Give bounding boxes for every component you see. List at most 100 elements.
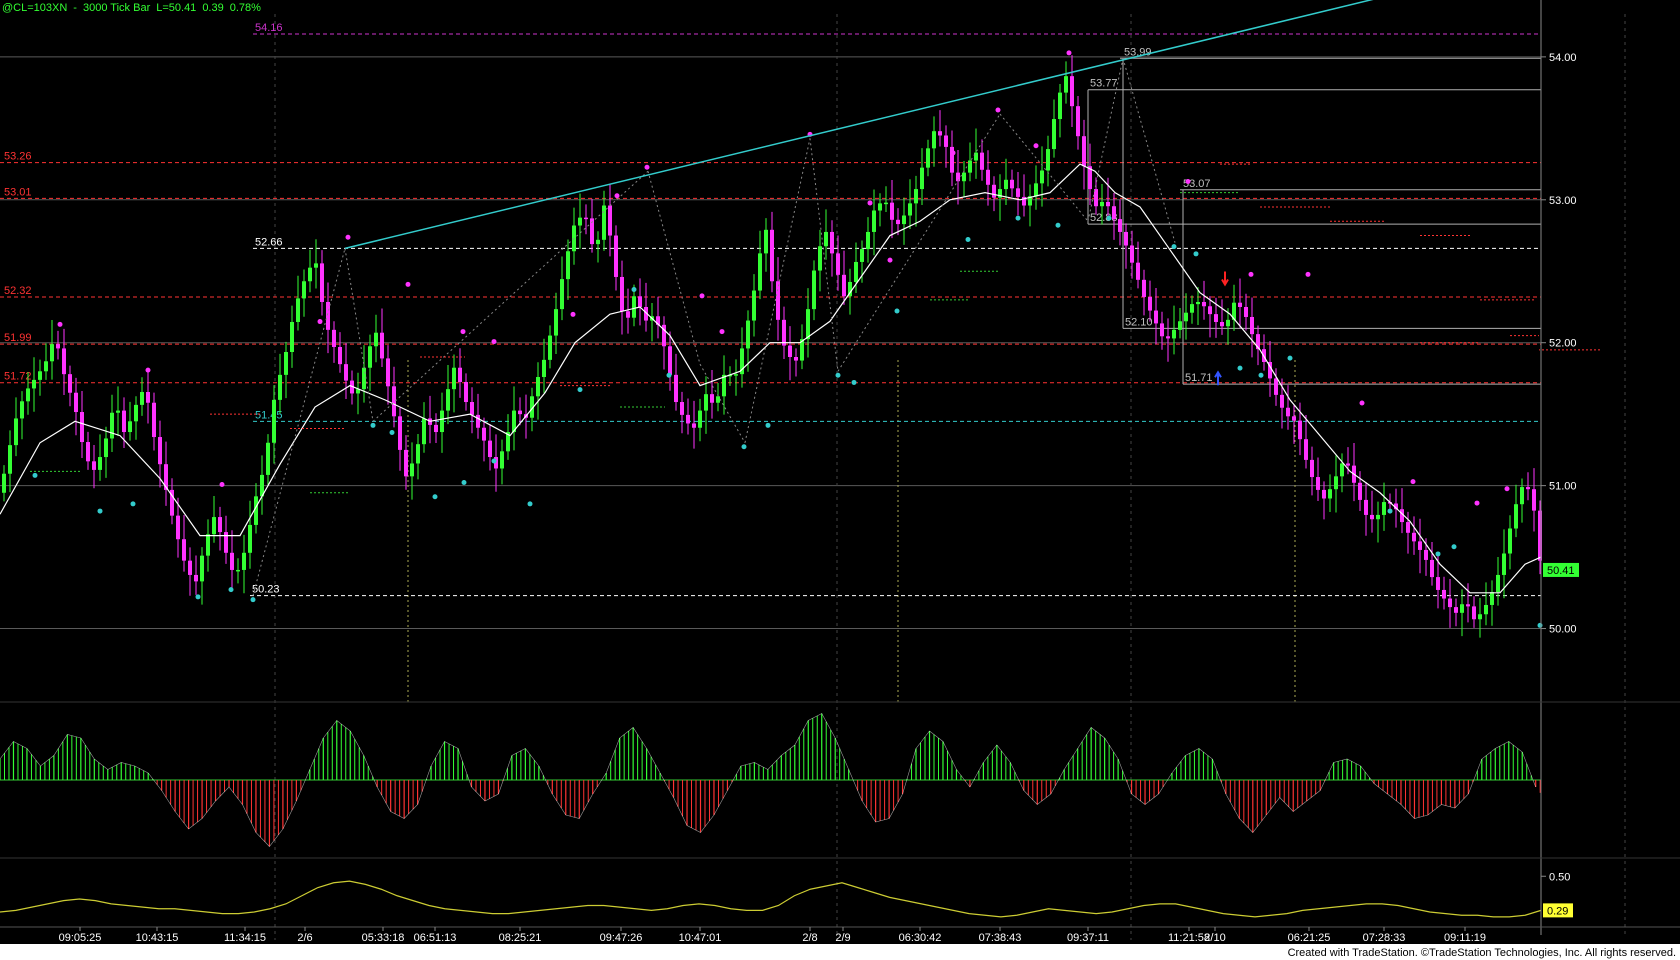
chart-canvas: 54.16 53.26 53.01 52.66 52.32 51.99 51.72 51.45…	[0, 0, 1680, 944]
x-tick-label: 2/6	[297, 932, 312, 944]
candle-body	[1070, 76, 1074, 107]
candle-body	[380, 332, 384, 359]
swing-high-dot	[1410, 479, 1416, 485]
swing-high-dot	[1359, 400, 1365, 406]
swing-zigzag	[344, 248, 374, 422]
candle-body	[1226, 319, 1230, 327]
candle-body	[20, 401, 24, 419]
candle-body	[734, 374, 738, 376]
swing-high-dot	[1185, 179, 1191, 184]
sell-arrow-icon	[1221, 271, 1229, 287]
x-tick-label: 09:37:11	[1067, 932, 1109, 944]
candle-body	[932, 131, 936, 149]
lower-last-value-label: 0.29	[1547, 905, 1568, 917]
candle-body	[518, 410, 522, 415]
candle-body	[1364, 499, 1368, 515]
candle-body	[1304, 439, 1308, 460]
candle-body	[638, 296, 642, 307]
swing-low-dot	[1258, 372, 1264, 378]
candle-body	[1280, 394, 1284, 408]
candle-body	[944, 135, 948, 147]
candle-body	[1166, 336, 1170, 339]
price-level-label: 53.26	[4, 151, 32, 163]
candle-body	[1472, 606, 1476, 620]
candle-body	[308, 267, 312, 282]
candle-body	[440, 410, 444, 433]
swing-low-dot	[370, 422, 376, 428]
candle-body	[284, 351, 288, 375]
candle-body	[1466, 604, 1470, 607]
candle-body	[1190, 304, 1194, 313]
candle-body	[884, 202, 888, 205]
candle-body	[788, 345, 792, 357]
swing-low-dot	[1387, 508, 1393, 514]
swing-low-dot	[1237, 365, 1243, 371]
swing-low-dot	[835, 372, 841, 378]
candle-body	[32, 379, 36, 389]
oscillator-panel	[0, 713, 1541, 847]
candle-body	[158, 437, 162, 465]
candle-body	[488, 440, 492, 458]
candle-body	[74, 392, 78, 413]
candle-body	[296, 298, 300, 322]
candle-body	[1460, 604, 1464, 613]
candle-body	[968, 160, 972, 173]
buy-arrow-icon	[1214, 370, 1222, 386]
swing-low-dot	[1435, 551, 1441, 557]
swing-low-dot	[1193, 251, 1199, 257]
chart-grid	[0, 14, 1626, 940]
x-tick-label: 10:43:15	[136, 932, 179, 944]
fib-level-label: 52.10	[1125, 316, 1153, 328]
candle-body	[914, 189, 918, 204]
swing-low-dot	[1055, 222, 1061, 228]
candle-body	[806, 309, 810, 340]
candle-body	[752, 290, 756, 321]
candle-body	[776, 281, 780, 320]
candle-body	[182, 539, 186, 561]
x-tick-label: 08:25:21	[499, 932, 542, 944]
candle-body	[140, 392, 144, 405]
price-level-label: 51.45	[255, 409, 283, 421]
candle-body	[1532, 489, 1536, 511]
candle-body	[2, 473, 6, 493]
candle-body	[446, 389, 450, 411]
candle-body	[344, 364, 348, 381]
swing-low-dot	[1171, 244, 1177, 250]
candle-body	[236, 569, 240, 572]
candle-body	[536, 377, 540, 397]
candle-body	[1196, 301, 1200, 305]
candle-body	[1016, 188, 1020, 197]
swing-low-dot	[195, 594, 201, 600]
candle-body	[578, 217, 582, 226]
swing-high-dot	[1066, 50, 1072, 56]
candle-body	[500, 451, 504, 469]
swing-high-dot	[644, 164, 650, 170]
candle-body	[1046, 149, 1050, 171]
candle-body	[56, 344, 60, 349]
x-tick-label: 06:21:25	[1288, 932, 1331, 944]
candle-body	[1340, 463, 1344, 477]
swing-high-dot	[345, 234, 351, 240]
x-tick-label: 06:30:42	[899, 932, 942, 944]
candle-body	[1292, 416, 1296, 421]
candle-body	[464, 382, 468, 403]
candle-body	[416, 444, 420, 464]
swing-high-dot	[1305, 271, 1311, 277]
candle-body	[98, 457, 102, 470]
swing-high-dot	[57, 321, 63, 327]
x-tick-label: 05:33:18	[362, 932, 405, 944]
candle-body	[290, 321, 294, 352]
moving-average	[0, 163, 1542, 594]
swing-high-dot	[405, 281, 411, 287]
candle-body	[14, 418, 18, 446]
candle-body	[1178, 321, 1182, 330]
candle-body	[830, 231, 834, 254]
candle-body	[866, 231, 870, 250]
candle-body	[1418, 541, 1422, 550]
lower-indicator-panel	[0, 880, 1542, 918]
candle-body	[104, 438, 108, 458]
resistance-trendline	[344, 0, 1374, 250]
candle-body	[194, 574, 198, 582]
candle-body	[206, 534, 210, 556]
swing-low-dot	[577, 387, 583, 393]
